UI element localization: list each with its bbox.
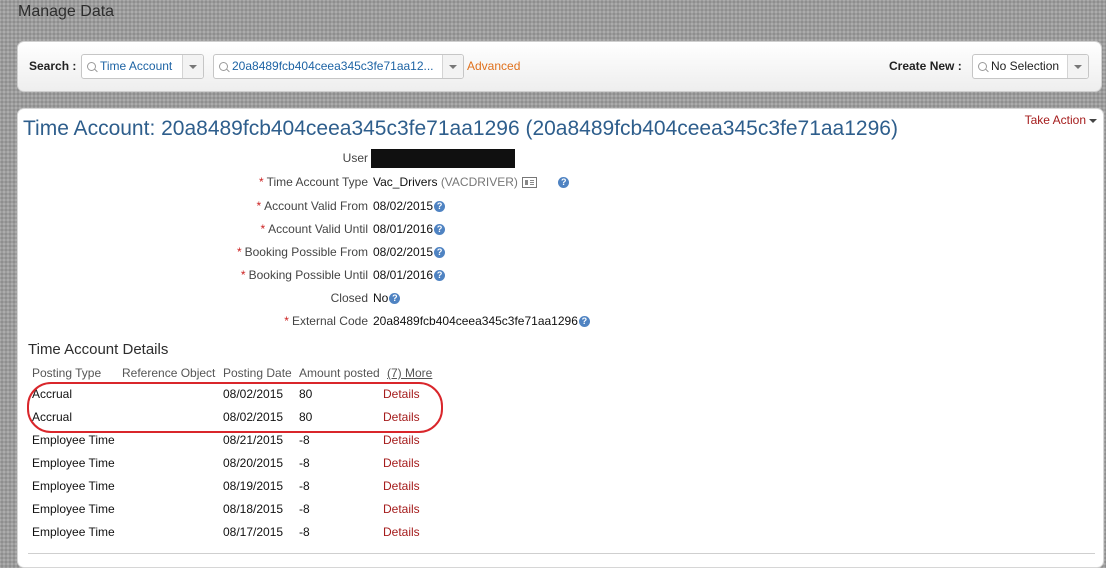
column-header-reference-object: Reference Object (122, 366, 216, 380)
take-action-label: Take Action (1024, 113, 1086, 127)
field-value: 08/02/2015? (373, 199, 446, 213)
chevron-down-icon[interactable] (442, 55, 463, 78)
chevron-down-icon[interactable] (1067, 55, 1088, 78)
object-type-value: Time Account (100, 59, 173, 73)
caret-down-icon (1089, 118, 1097, 123)
details-link[interactable]: Details (383, 502, 420, 516)
field-booking-possible-until: * Booking Possible Until 08/01/2016? (18, 266, 718, 286)
column-header-amount-posted: Amount posted (299, 366, 380, 380)
field-account-valid-until: * Account Valid Until 08/01/2016? (18, 220, 718, 240)
create-new-value: No Selection (991, 59, 1060, 73)
search-label: Search : (29, 59, 77, 73)
search-icon (87, 62, 96, 71)
field-time-account-type: * Time Account Type Vac_Drivers (VACDRIVE… (18, 173, 718, 193)
details-link[interactable]: Details (383, 433, 420, 447)
field-value: 20a8489fcb404ceea345c3fe71aa1296? (373, 314, 590, 328)
table-row: Employee Time 08/20/2015 -8 Details (32, 456, 420, 470)
details-link[interactable]: Details (383, 479, 420, 493)
field-label: * Account Valid Until (260, 222, 369, 236)
help-icon[interactable]: ? (434, 201, 446, 213)
field-user: User (18, 149, 718, 169)
create-new-select[interactable]: No Selection (972, 54, 1089, 79)
highlight-annotation (27, 382, 443, 433)
details-link[interactable]: Details (383, 525, 420, 539)
page-title: Manage Data (18, 3, 115, 20)
column-header-posting-date: Posting Date (223, 366, 292, 380)
field-label: * Booking Possible From (236, 245, 368, 259)
help-icon[interactable]: ? (434, 247, 446, 259)
more-columns-link[interactable]: (7) More (387, 366, 432, 380)
field-booking-possible-from: * Booking Possible From 08/02/2015? (18, 243, 718, 263)
field-external-code: * External Code 20a8489fcb404ceea345c3fe7… (18, 312, 718, 332)
chevron-down-icon[interactable] (182, 55, 203, 78)
search-toolbar: Search : Time Account 20a8489fcb404ceea3… (17, 41, 1102, 92)
table-row: Employee Time 08/21/2015 -8 Details (32, 433, 420, 447)
divider (28, 553, 1095, 554)
search-icon (219, 62, 228, 71)
field-label: User (342, 151, 368, 165)
help-icon[interactable]: ? (434, 270, 446, 282)
field-value: Vac_Drivers (VACDRIVER) ? (373, 175, 570, 189)
field-label: Closed (330, 291, 368, 305)
help-icon[interactable]: ? (578, 316, 590, 328)
record-panel: Time Account: 20a8489fcb404ceea345c3fe71… (17, 108, 1104, 568)
table-row: Employee Time 08/17/2015 -8 Details (32, 525, 420, 539)
search-icon (978, 62, 987, 71)
help-icon[interactable]: ? (434, 224, 446, 236)
field-label: * Booking Possible Until (240, 268, 368, 282)
field-value: 08/01/2016? (373, 222, 446, 236)
help-icon[interactable]: ? (558, 177, 570, 189)
record-title: Time Account: 20a8489fcb404ceea345c3fe71… (23, 117, 898, 140)
field-label: * Account Valid From (256, 199, 369, 213)
business-card-icon[interactable] (521, 177, 537, 189)
field-label: * External Code (284, 314, 368, 328)
field-value: No? (373, 291, 401, 305)
field-value: 08/02/2015? (373, 245, 446, 259)
take-action-menu[interactable]: Take Action (1025, 113, 1097, 127)
create-new-label: Create New : (889, 59, 962, 73)
table-row: Employee Time 08/18/2015 -8 Details (32, 502, 420, 516)
record-search-value: 20a8489fcb404ceea345c3fe71aa12... (232, 59, 434, 73)
field-label: * Time Account Type (258, 175, 368, 189)
details-link[interactable]: Details (383, 456, 420, 470)
field-account-valid-from: * Account Valid From 08/02/2015? (18, 197, 718, 217)
table-row: Employee Time 08/19/2015 -8 Details (32, 479, 420, 493)
help-icon[interactable]: ? (389, 293, 401, 305)
time-account-details-title: Time Account Details (28, 341, 169, 358)
field-value: 08/01/2016? (373, 268, 446, 282)
record-search-select[interactable]: 20a8489fcb404ceea345c3fe71aa12... (213, 54, 464, 79)
object-type-select[interactable]: Time Account (81, 54, 204, 79)
user-value-redacted[interactable] (371, 149, 515, 168)
advanced-search-link[interactable]: Advanced (467, 59, 520, 73)
field-closed: Closed No? (18, 289, 718, 309)
column-header-posting-type: Posting Type (32, 366, 102, 380)
